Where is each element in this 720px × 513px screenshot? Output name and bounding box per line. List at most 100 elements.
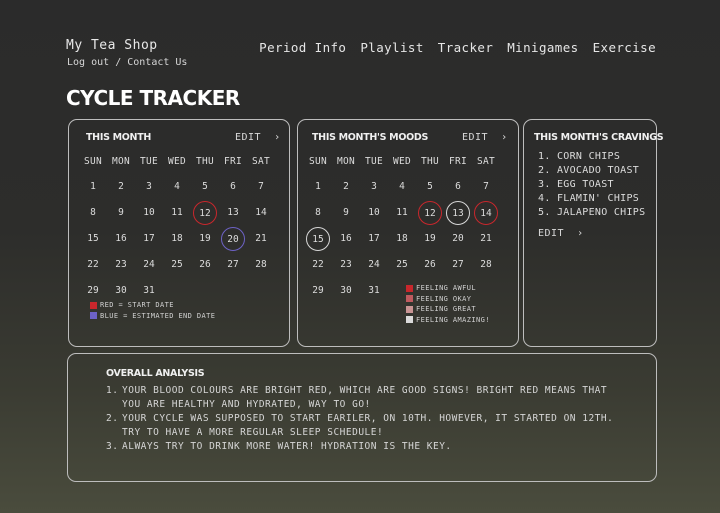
nav-exercise[interactable]: Exercise [593, 40, 656, 55]
moods-day-12[interactable]: 12 [418, 201, 442, 225]
moods-day-21[interactable]: 21 [474, 227, 498, 251]
moods-day-24[interactable]: 24 [362, 253, 386, 277]
craving-item: 4. FLAMIN' CHIPS [538, 193, 640, 204]
moods-day-22[interactable]: 22 [306, 253, 330, 277]
craving-item: 1. CORN CHIPS [538, 151, 621, 162]
calendar-day-16[interactable]: 16 [109, 227, 133, 251]
calendar-day-26[interactable]: 26 [193, 253, 217, 277]
moods-day-4[interactable]: 4 [390, 175, 414, 199]
calendar-grid: SUN MON TUE WED THU FRI SAT 1 2 3 4 5 6 7 8 9 10 11 12 13 14… [79, 148, 279, 304]
moods-edit-button[interactable]: EDIT › [462, 132, 508, 143]
moods-day-15[interactable]: 15 [306, 227, 330, 251]
calendar-day-5[interactable]: 5 [193, 175, 217, 199]
calendar-day-15[interactable]: 15 [81, 227, 105, 251]
calendar-day-10[interactable]: 10 [137, 201, 161, 225]
moods-day-9[interactable]: 9 [334, 201, 358, 225]
moods-day-7[interactable]: 7 [474, 175, 498, 199]
legend-swatch [406, 284, 413, 292]
moods-day-31[interactable]: 31 [362, 279, 386, 303]
chevron-right-icon: › [570, 228, 584, 239]
moods-day-13[interactable]: 13 [446, 201, 470, 225]
nav-playlist[interactable]: Playlist [360, 40, 423, 55]
analysis-list: 1. YOUR BLOOD COLOURS ARE BRIGHT RED, WHI… [106, 384, 626, 454]
logout-link[interactable]: Log out [67, 57, 109, 68]
moods-day-17[interactable]: 17 [362, 227, 386, 251]
legend-label: FEELING AMAZING! [416, 315, 490, 324]
moods-day-14[interactable]: 14 [474, 201, 498, 225]
day-of-week-label: MON [336, 155, 356, 167]
moods-day-1[interactable]: 1 [306, 175, 330, 199]
edit-label: EDIT [235, 132, 262, 143]
calendar-day-20[interactable]: 20 [221, 227, 245, 251]
analysis-item-text: YOUR CYCLE WAS SUPPOSED TO START EARILER… [122, 413, 614, 438]
calendar-day-6[interactable]: 6 [221, 175, 245, 199]
moods-day-30[interactable]: 30 [334, 279, 358, 303]
moods-day-2[interactable]: 2 [334, 175, 358, 199]
day-of-week-label: MON [111, 155, 131, 167]
cravings-card: THIS MONTH'S CRAVINGS 1. CORN CHIPS 2. AV… [523, 119, 664, 347]
moods-day-16[interactable]: 16 [334, 227, 358, 251]
day-of-week-label: WED [392, 155, 412, 167]
moods-day-5[interactable]: 5 [418, 175, 442, 199]
analysis-item-number: 2. [106, 413, 119, 424]
auth-separator: / [115, 57, 122, 68]
moods-day-28[interactable]: 28 [474, 253, 498, 277]
legend-swatch [90, 301, 97, 309]
calendar-day-19[interactable]: 19 [193, 227, 217, 251]
calendar-day-1[interactable]: 1 [81, 175, 105, 199]
calendar-day-8[interactable]: 8 [81, 201, 105, 225]
moods-day-10[interactable]: 10 [362, 201, 386, 225]
calendar-day-23[interactable]: 23 [109, 253, 133, 277]
nav-period-info[interactable]: Period Info [259, 40, 346, 55]
moods-day-29[interactable]: 29 [306, 279, 330, 303]
legend-label: FEELING AWFUL [416, 284, 476, 292]
analysis-item: 3. ALWAYS TRY TO DRINK MORE WATER! HYDRAT… [106, 440, 626, 454]
calendar-day-25[interactable]: 25 [165, 253, 189, 277]
calendar-edit-button[interactable]: EDIT › [235, 132, 281, 143]
cravings-list: 1. CORN CHIPS 2. AVOCADO TOAST 3. EGG TOAS… [538, 150, 645, 220]
moods-day-26[interactable]: 26 [418, 253, 442, 277]
calendar-day-13[interactable]: 13 [221, 201, 245, 225]
nav-minigames[interactable]: Minigames [507, 40, 578, 55]
calendar-day-7[interactable]: 7 [249, 175, 273, 199]
moods-day-27[interactable]: 27 [446, 253, 470, 277]
calendar-day-4[interactable]: 4 [165, 175, 189, 199]
moods-day-25[interactable]: 25 [390, 253, 414, 277]
moods-day-23[interactable]: 23 [334, 253, 358, 277]
moods-day-11[interactable]: 11 [390, 201, 414, 225]
analysis-item-text: ALWAYS TRY TO DRINK MORE WATER! HYDRATIO… [122, 441, 452, 452]
calendar-day-21[interactable]: 21 [249, 227, 273, 251]
chevron-right-icon: › [494, 132, 508, 143]
moods-day-19[interactable]: 19 [418, 227, 442, 251]
moods-day-20[interactable]: 20 [446, 227, 470, 251]
moods-day-3[interactable]: 3 [362, 175, 386, 199]
calendar-day-12[interactable]: 12 [193, 201, 217, 225]
legend-swatch [406, 295, 413, 303]
cravings-edit-button[interactable]: EDIT › [538, 228, 584, 239]
moods-day-18[interactable]: 18 [390, 227, 414, 251]
moods-legend: FEELING AWFUL FEELING OKAY FEELING GREAT FE… [406, 283, 490, 325]
legend-label: BLUE = ESTIMATED END DATE [100, 311, 216, 320]
moods-day-6[interactable]: 6 [446, 175, 470, 199]
calendar-day-2[interactable]: 2 [109, 175, 133, 199]
calendar-day-28[interactable]: 28 [249, 253, 273, 277]
calendar-day-22[interactable]: 22 [81, 253, 105, 277]
contact-link[interactable]: Contact Us [127, 57, 187, 68]
calendar-day-27[interactable]: 27 [221, 253, 245, 277]
calendar-day-9[interactable]: 9 [109, 201, 133, 225]
moods-day-8[interactable]: 8 [306, 201, 330, 225]
day-of-week-label: TUE [139, 155, 159, 167]
empty-day-cell [221, 279, 245, 303]
calendar-title: THIS MONTH [86, 132, 152, 143]
calendar-day-17[interactable]: 17 [137, 227, 161, 251]
calendar-day-24[interactable]: 24 [137, 253, 161, 277]
page-title: CYCLE TRACKER [66, 86, 240, 110]
moods-title: THIS MONTH'S MOODS [312, 132, 429, 143]
calendar-day-3[interactable]: 3 [137, 175, 161, 199]
brand-logo[interactable]: My Tea Shop [66, 38, 158, 53]
calendar-day-11[interactable]: 11 [165, 201, 189, 225]
calendar-day-14[interactable]: 14 [249, 201, 273, 225]
calendar-day-18[interactable]: 18 [165, 227, 189, 251]
nav-tracker[interactable]: Tracker [438, 40, 493, 55]
edit-label: EDIT [462, 132, 489, 143]
